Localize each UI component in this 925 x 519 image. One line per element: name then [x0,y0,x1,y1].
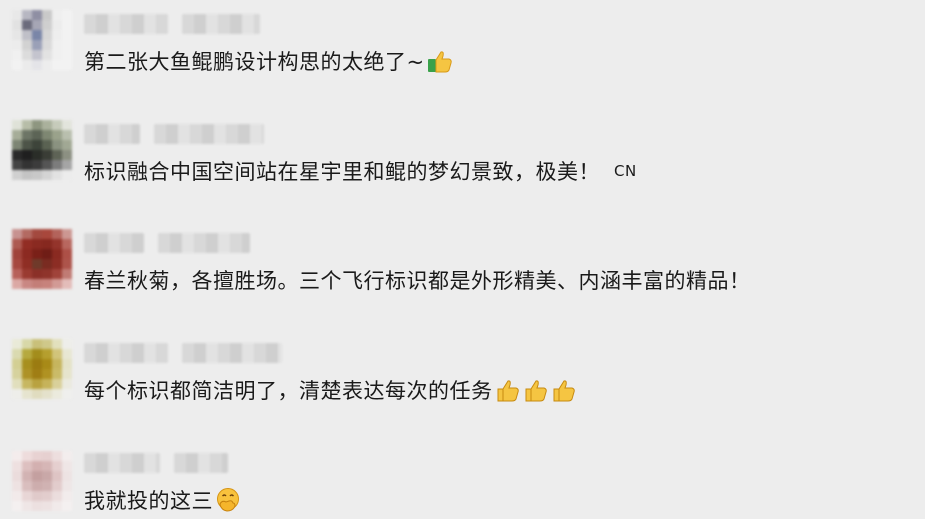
comment-item: 我就投的这三 [0,439,925,519]
comment-text: 每个标识都简洁明了，清楚表达每次的任务 [84,375,577,405]
country-tag: CN [614,162,637,180]
comment-body: 每个标识都简洁明了，清楚表达每次的任务 [84,379,493,403]
avatar[interactable] [12,229,72,289]
thumbs-up-icon [427,48,453,74]
avatar[interactable] [12,451,72,511]
comment-text: 标识融合中国空间站在星宇里和鲲的梦幻景致，极美！ CN [84,156,637,186]
blurred-username [84,453,228,473]
comment-item: 春兰秋菊，各擅胜场。三个飞行标识都是外形精美、内涵丰富的精品！ [0,219,925,329]
blurred-username [84,233,250,253]
blurred-username [84,343,282,363]
comment-text: 春兰秋菊，各擅胜场。三个飞行标识都是外形精美、内涵丰富的精品！ [84,265,751,295]
avatar[interactable] [12,10,72,70]
thumbs-up-icon [495,377,521,403]
comment-item: 每个标识都简洁明了，清楚表达每次的任务 [0,329,925,439]
blurred-username [84,124,264,144]
comment-text: 第二张大鱼鲲鹏设计构思的太绝了~ [84,46,453,76]
comment-body: 春兰秋菊，各擅胜场。三个飞行标识都是外形精美、内涵丰富的精品！ [84,269,751,293]
comment-body: 标识融合中国空间站在星宇里和鲲的梦幻景致，极美！ [84,160,600,184]
hand-over-mouth-icon [215,487,241,513]
comment-text: 我就投的这三 [84,485,241,515]
comment-body: 第二张大鱼鲲鹏设计构思的太绝了~ [84,50,425,74]
comment-list: 第二张大鱼鲲鹏设计构思的太绝了~ 标识融合中国空间站在星宇里和鲲的梦幻景致，极美… [0,0,925,519]
avatar[interactable] [12,120,72,180]
avatar[interactable] [12,339,72,399]
blurred-username [84,14,260,34]
thumbs-up-icon [551,377,577,403]
thumbs-up-icon [523,377,549,403]
comment-item: 标识融合中国空间站在星宇里和鲲的梦幻景致，极美！ CN [0,110,925,220]
comment-body: 我就投的这三 [84,489,213,513]
comment-item: 第二张大鱼鲲鹏设计构思的太绝了~ [0,0,925,110]
